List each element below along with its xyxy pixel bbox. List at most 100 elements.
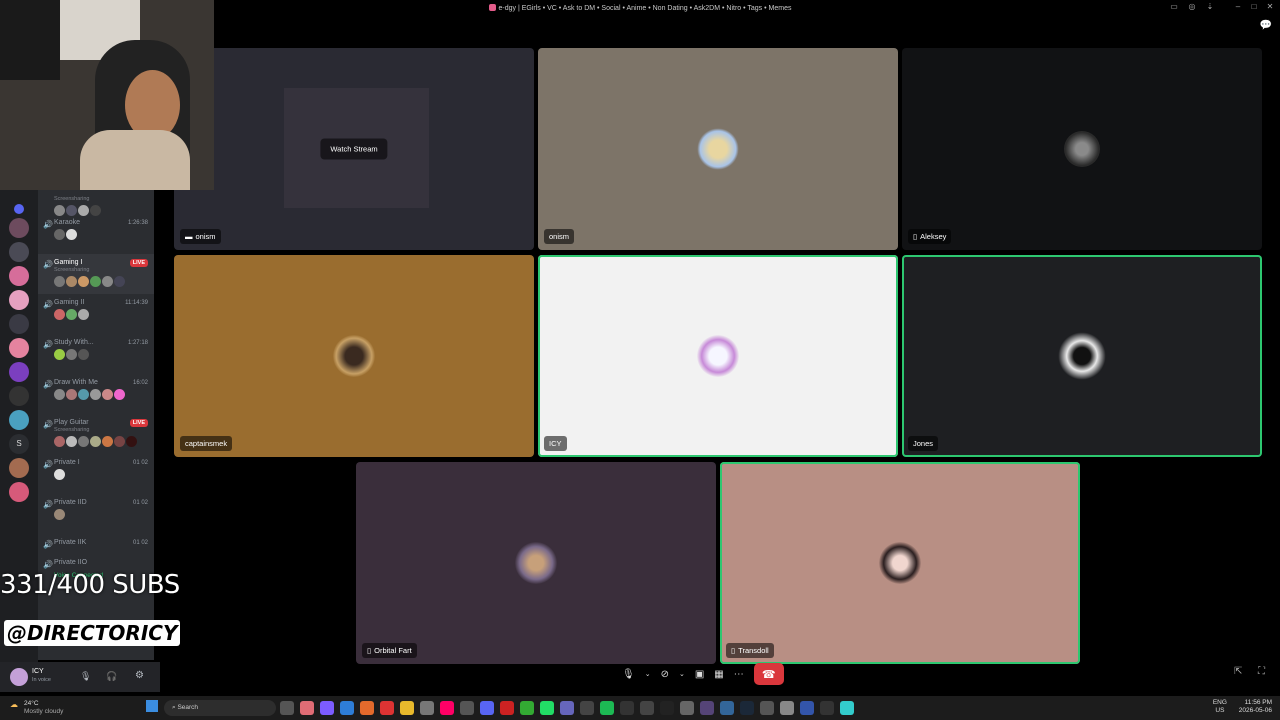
camera-off-icon[interactable]: ⊘ (661, 669, 669, 680)
weather-desc[interactable]: Mostly cloudy (24, 708, 63, 715)
app-icon[interactable] (780, 701, 794, 715)
chevron-down-icon[interactable]: ⌄ (679, 670, 685, 678)
participant-tile[interactable]: ▯ Transdoll (720, 462, 1080, 664)
channel-item[interactable]: Screensharing (38, 190, 154, 216)
popout-icon[interactable]: ⇱ (1234, 666, 1242, 677)
channel-item[interactable]: 🔊 Private IIK 01 02 (38, 534, 154, 554)
avatar (1058, 332, 1106, 380)
app-icon[interactable] (640, 701, 654, 715)
channel-item[interactable]: 🔊 Play Guitar LIVE Screensharing (38, 414, 154, 454)
server-icon[interactable] (9, 362, 29, 382)
live-badge: LIVE (129, 259, 148, 267)
watch-stream-button[interactable]: Watch Stream (320, 138, 388, 160)
app-icon[interactable] (320, 701, 334, 715)
chat-icon[interactable]: 💬 (1260, 20, 1272, 31)
steam-icon[interactable] (740, 701, 754, 715)
mic-icon[interactable]: 🎙 (80, 671, 91, 682)
app-icon[interactable] (420, 701, 434, 715)
participant-name: ICY (544, 436, 567, 451)
participant-tile[interactable]: ▯ Orbital Fart (356, 462, 716, 664)
avatar[interactable] (10, 668, 28, 686)
app-icon[interactable] (820, 701, 834, 715)
clock[interactable]: 11:56 PM 2026-05-06 (1239, 699, 1272, 715)
server-icon[interactable]: S (9, 434, 29, 454)
server-icon[interactable] (9, 314, 29, 334)
participant-name: ▯ Transdoll (726, 643, 774, 658)
screen-share-icon[interactable]: ▣ (695, 669, 704, 680)
participant-name: ▬ onism (180, 229, 221, 244)
app-icon[interactable] (440, 701, 454, 715)
app-icon[interactable] (340, 701, 354, 715)
server-icon[interactable] (9, 338, 29, 358)
app-icon[interactable] (560, 701, 574, 715)
channel-item[interactable]: 🔊 Private IID 01 02 (38, 494, 154, 534)
server-icon[interactable] (9, 386, 29, 406)
stream-tile[interactable]: Watch Stream ▬ onism (174, 48, 534, 250)
app-icon[interactable] (400, 701, 414, 715)
maximize-icon[interactable]: □ (1248, 2, 1260, 11)
disconnect-button[interactable]: ☎ (753, 663, 784, 685)
server-icon[interactable] (9, 266, 29, 286)
server-icon[interactable] (9, 290, 29, 310)
app-icon[interactable] (720, 701, 734, 715)
app-icon[interactable] (520, 701, 534, 715)
app-icon[interactable] (680, 701, 694, 715)
channel-item[interactable]: 🔊 Draw With Me 16:02 (38, 374, 154, 414)
taskbar-apps (280, 701, 854, 715)
mic-icon[interactable]: 🎙 (622, 669, 635, 680)
help-icon[interactable]: ⇣ (1204, 2, 1216, 11)
settings-icon[interactable]: ⚙ (135, 670, 144, 681)
app-icon[interactable] (460, 701, 474, 715)
taskbar-search[interactable]: ⌕ Search (164, 700, 276, 716)
server-icon[interactable] (9, 458, 29, 478)
activities-icon[interactable]: ▦ (714, 669, 723, 680)
avatar (515, 542, 557, 584)
app-icon[interactable] (380, 701, 394, 715)
more-icon[interactable]: ⋯ (734, 669, 744, 680)
app-icon[interactable] (700, 701, 714, 715)
system-tray[interactable]: ENG US 11:56 PM 2026-05-06 (1213, 699, 1272, 715)
server-icon[interactable] (9, 218, 29, 238)
language-indicator[interactable]: ENG US (1213, 699, 1227, 715)
channel-item[interactable]: 🔊 Karaoke 1:26:38 (38, 214, 154, 254)
start-icon[interactable] (146, 700, 158, 712)
headphones-icon[interactable]: 🎧 (106, 671, 117, 682)
app-icon[interactable] (620, 701, 634, 715)
participant-tile[interactable]: ICY (538, 255, 898, 457)
chevron-down-icon[interactable]: ⌄ (645, 670, 651, 678)
fullscreen-icon[interactable]: ⛶ (1258, 666, 1265, 677)
server-icon[interactable] (9, 410, 29, 430)
weather-temp[interactable]: 24°C (24, 700, 39, 707)
speaker-icon: 🔊 (43, 560, 53, 569)
channel-item[interactable]: 🔊 Gaming I LIVE Screensharing (38, 254, 154, 294)
channel-item[interactable]: 🔊 Study With... 1:27:18 (38, 334, 154, 374)
participant-tile[interactable]: captainsmek (174, 255, 534, 457)
channel-item[interactable]: 🔊 Gaming II 11:14:39 (38, 294, 154, 334)
participant-tile[interactable]: Jones (902, 255, 1262, 457)
discord-icon[interactable] (480, 701, 494, 715)
server-icon (488, 4, 496, 11)
pin-icon[interactable]: ◎ (1186, 2, 1198, 11)
app-icon[interactable] (660, 701, 674, 715)
participant-tile[interactable]: ▯ Aleksey (902, 48, 1262, 250)
server-icon[interactable] (9, 482, 29, 502)
close-icon[interactable]: ✕ (1264, 2, 1276, 11)
app-icon[interactable] (760, 701, 774, 715)
app-icon[interactable] (580, 701, 594, 715)
inbox-icon[interactable]: ▭ (1168, 2, 1180, 11)
app-icon[interactable] (840, 701, 854, 715)
minimize-icon[interactable]: – (1232, 2, 1244, 11)
app-icon[interactable] (360, 701, 374, 715)
channel-item[interactable]: 🔊 Private I 01 02 (38, 454, 154, 494)
server-icon[interactable] (9, 242, 29, 262)
speaker-icon: 🔊 (43, 460, 53, 469)
app-icon[interactable] (800, 701, 814, 715)
spotify-icon[interactable] (600, 701, 614, 715)
app-icon[interactable] (280, 701, 294, 715)
app-icon[interactable] (540, 701, 554, 715)
app-icon[interactable] (500, 701, 514, 715)
participant-tile[interactable]: onism (538, 48, 898, 250)
home-icon[interactable] (14, 204, 24, 214)
app-icon[interactable] (300, 701, 314, 715)
speaker-icon: 🔊 (43, 420, 53, 429)
